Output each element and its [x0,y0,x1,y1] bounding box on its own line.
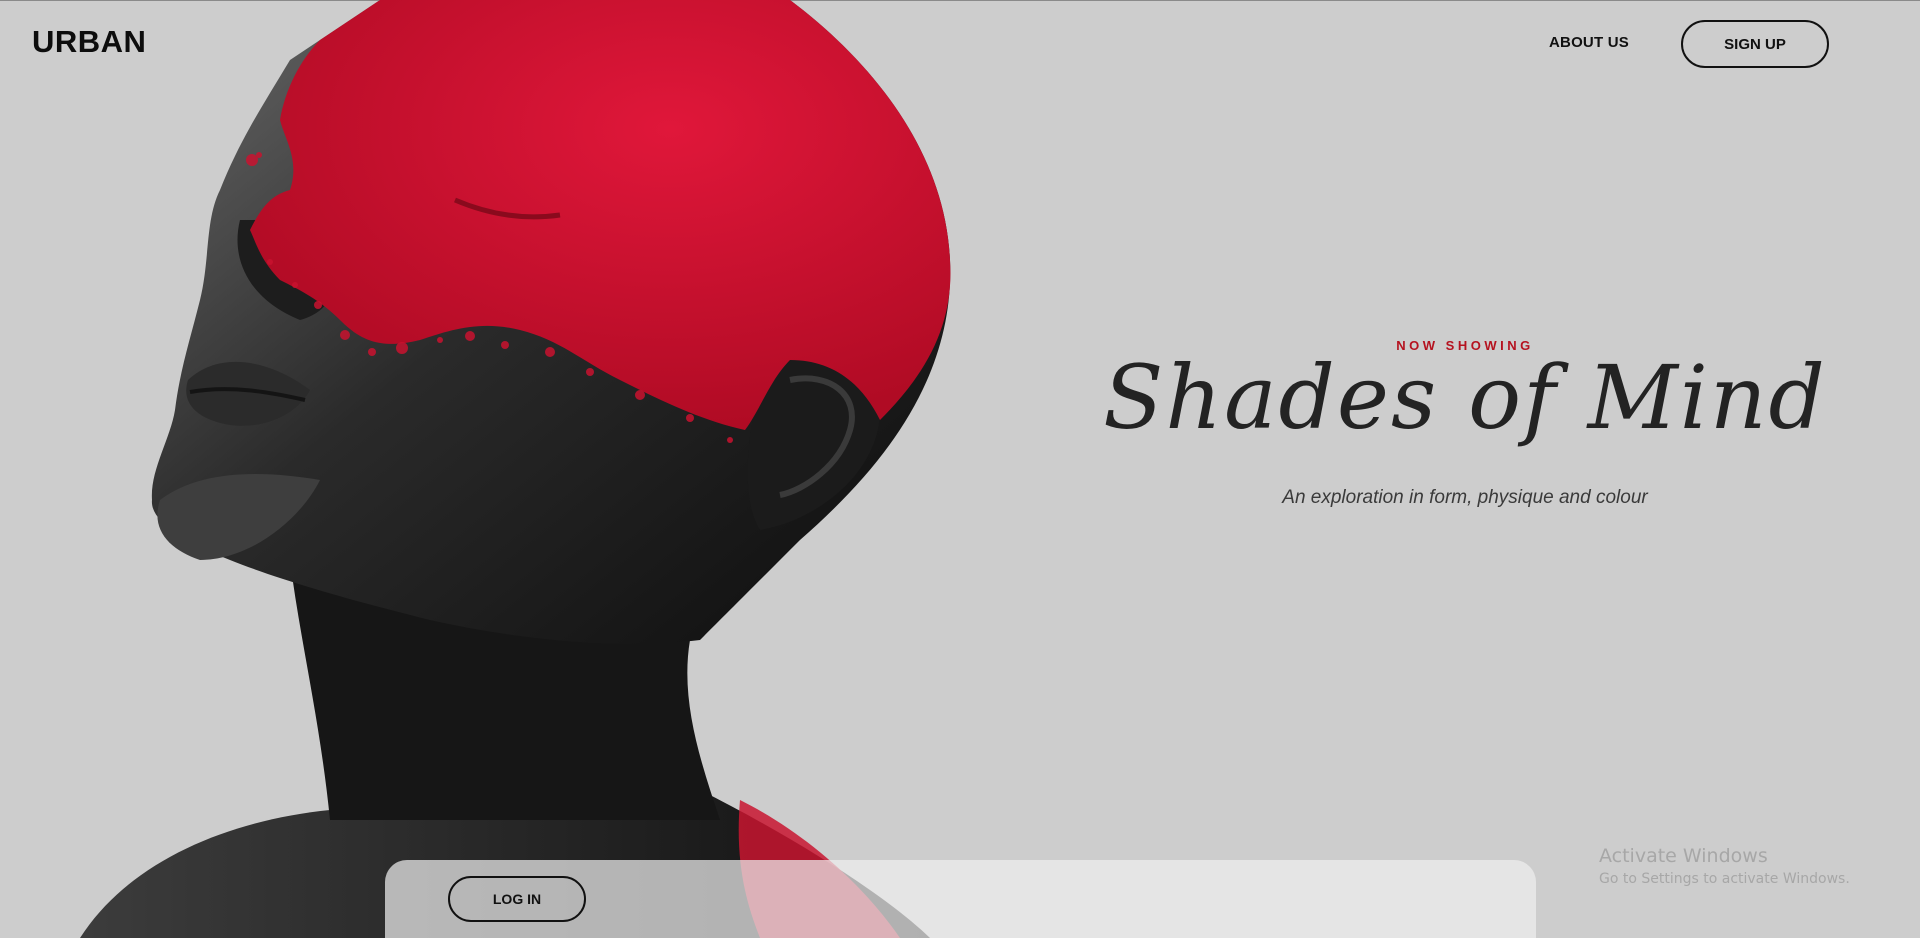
brand-logo[interactable]: URBAN [32,24,146,60]
hero-portrait-image [80,0,951,938]
hero-title: Shades of Mind [1103,346,1827,449]
nav-about-us-link[interactable]: ABOUT US [1549,34,1629,51]
windows-activation-watermark: Activate Windows Go to Settings to activ… [1599,845,1850,887]
watermark-title: Activate Windows [1599,845,1768,867]
watermark-subtitle: Go to Settings to activate Windows. [1599,871,1850,887]
sign-up-button[interactable]: SIGN UP [1681,20,1829,68]
log-in-button[interactable]: LOG IN [448,876,586,922]
hero-subtitle: An exploration in form, physique and col… [1282,487,1648,508]
